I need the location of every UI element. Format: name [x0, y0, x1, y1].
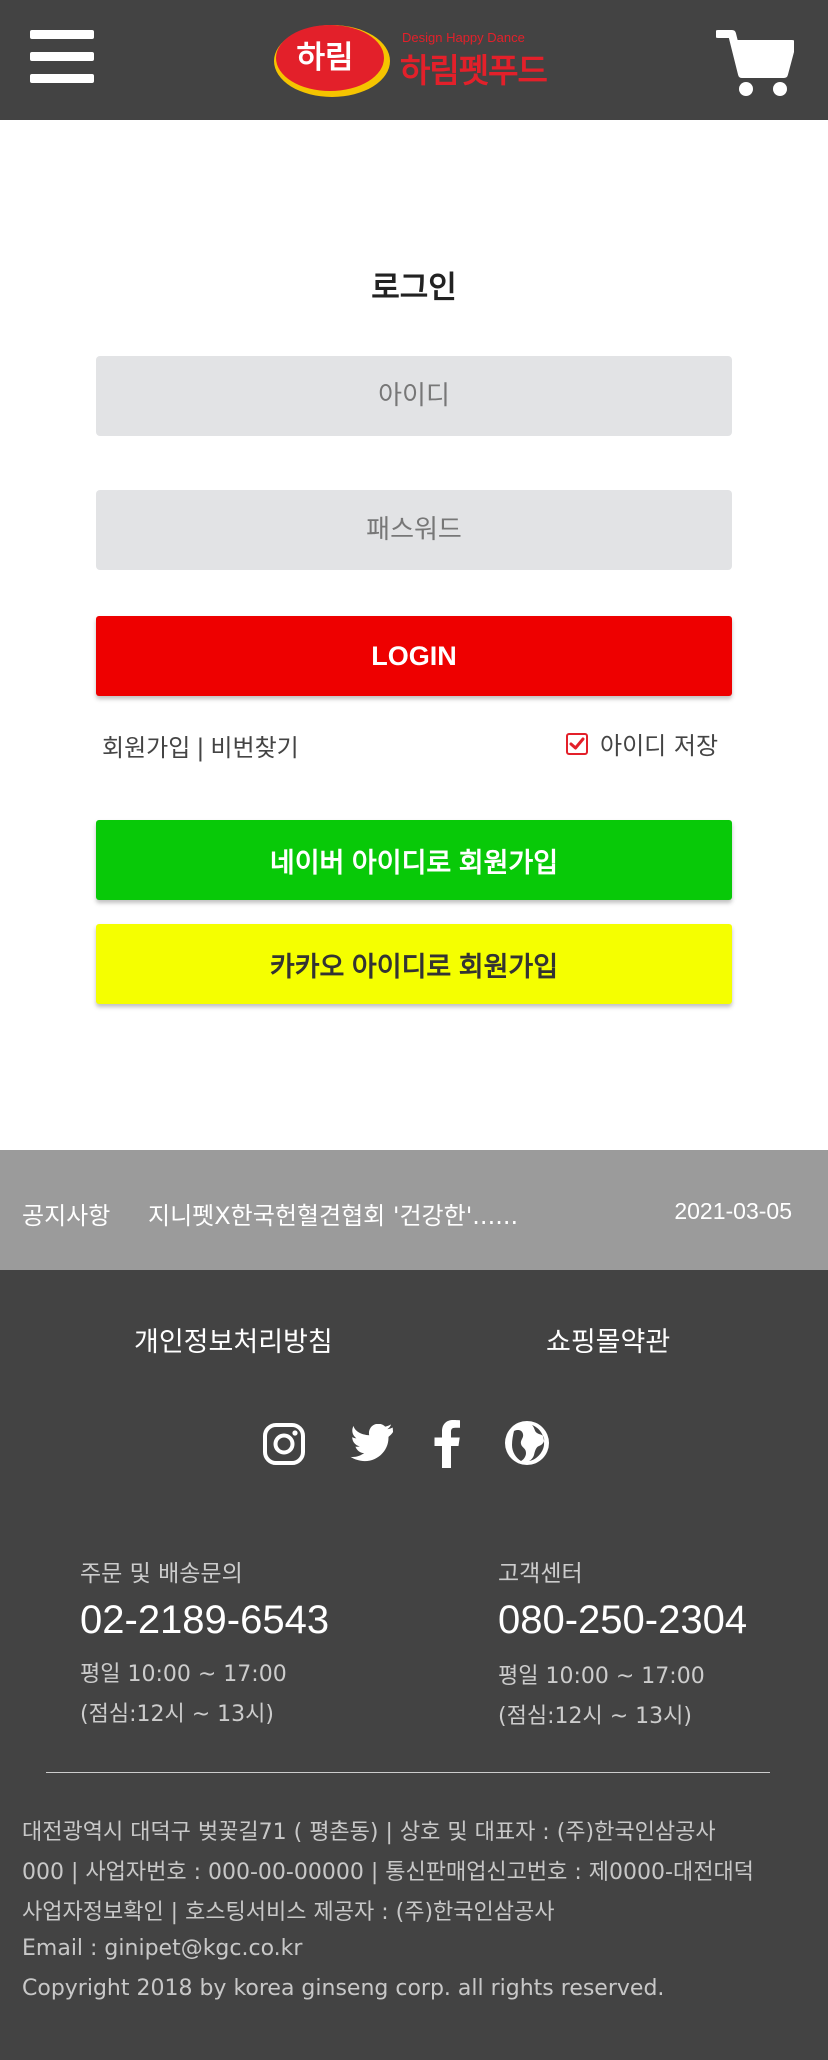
notice-label: 공지사항	[22, 1202, 111, 1230]
notice-bar: 공지사항 지니펫X한국헌혈견협회 '건강한'...... 2021-03-05	[0, 1150, 828, 1270]
terms-link[interactable]: 쇼핑몰약관	[546, 1320, 670, 1359]
login-title: 로그인	[371, 270, 457, 306]
checkmark-icon	[569, 737, 585, 749]
logo-brand-name: 하림펫푸드	[400, 51, 548, 90]
facebook-icon[interactable]	[432, 1420, 462, 1468]
remember-id-checkbox[interactable]	[566, 732, 588, 755]
notice-date: 2021-03-05	[674, 1198, 792, 1224]
customer-center-lunch-hours: (점심:12시 ~ 13시)	[498, 1704, 692, 1729]
account-links: 회원가입 | 비번찾기	[102, 728, 299, 763]
company-info-line-3: 사업자정보확인 | 호스팅서비스 제공자 : (주)한국인삼공사	[22, 1900, 555, 1925]
kakao-signup-button[interactable]: 카카오 아이디로 회원가입	[96, 924, 732, 1004]
company-info-line-2: 000 | 사업자번호 : 000-00-00000 | 통신판매업신고번호 :…	[22, 1860, 754, 1885]
order-inquiry-label: 주문 및 배송문의	[80, 1561, 243, 1587]
remember-id-label: 아이디 저장	[600, 732, 719, 760]
remember-id-toggle[interactable]: 아이디 저장	[566, 726, 718, 761]
privacy-policy-link[interactable]: 개인정보처리방침	[134, 1320, 333, 1359]
hamburger-menu-icon[interactable]	[30, 30, 94, 88]
login-button[interactable]: LOGIN	[96, 616, 732, 696]
instagram-icon[interactable]	[262, 1422, 306, 1466]
password-input[interactable]	[96, 490, 732, 570]
site-footer: 개인정보처리방침 쇼핑몰약관 주문 및 배송문의 02-2189-6543 평일…	[0, 1270, 828, 2060]
order-lunch-hours: (점심:12시 ~ 13시)	[80, 1702, 274, 1727]
company-email: Email : ginipet@kgc.co.kr	[22, 1936, 303, 1961]
order-phone[interactable]: 02-2189-6543	[80, 1598, 329, 1643]
customer-center-hours: 평일 10:00 ~ 17:00	[498, 1664, 705, 1689]
order-hours: 평일 10:00 ~ 17:00	[80, 1662, 287, 1687]
link-separator: |	[196, 734, 205, 762]
globe-icon[interactable]	[504, 1420, 550, 1466]
customer-center-phone[interactable]: 080-250-2304	[498, 1598, 747, 1643]
company-info-line-1: 대전광역시 대덕구 벚꽃길71 ( 평촌동) | 상호 및 대표자 : (주)한…	[22, 1820, 716, 1845]
logo-badge-text: 하림	[296, 40, 354, 76]
signup-link[interactable]: 회원가입	[102, 734, 190, 762]
notice-title-link[interactable]: 지니펫X한국헌혈견협회 '건강한'......	[148, 1196, 518, 1231]
logo-tagline: Design Happy Dance	[402, 30, 525, 45]
app-header: 하림 Design Happy Dance 하림펫푸드	[0, 0, 828, 120]
brand-logo[interactable]: 하림 Design Happy Dance 하림펫푸드	[272, 14, 560, 104]
shopping-cart-icon[interactable]	[716, 28, 794, 98]
twitter-icon[interactable]	[350, 1424, 394, 1464]
find-password-link[interactable]: 비번찾기	[210, 734, 298, 762]
footer-divider	[46, 1772, 770, 1773]
user-id-input[interactable]	[96, 356, 732, 436]
naver-signup-button[interactable]: 네이버 아이디로 회원가입	[96, 820, 732, 900]
customer-center-label: 고객센터	[498, 1561, 583, 1587]
copyright-text: Copyright 2018 by korea ginseng corp. al…	[22, 1976, 665, 2001]
